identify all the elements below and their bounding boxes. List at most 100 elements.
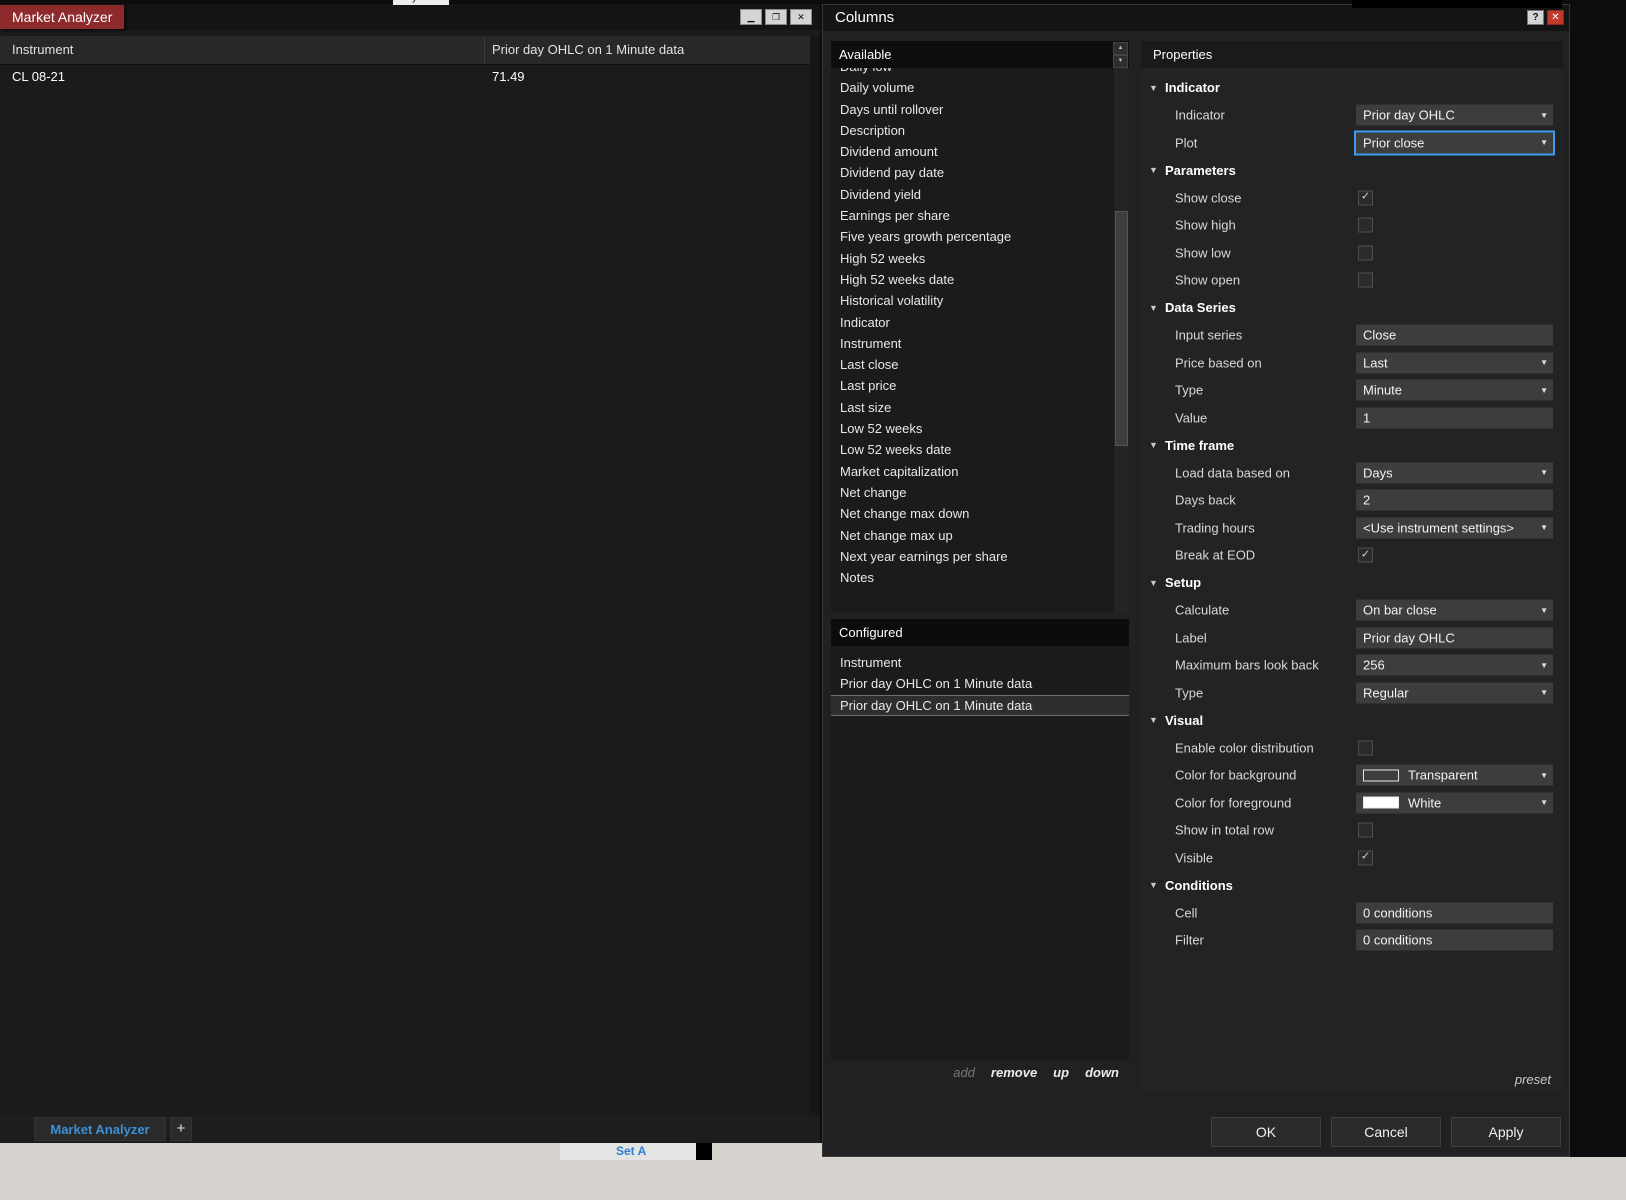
configured-item[interactable]: Prior day OHLC on 1 Minute data <box>831 694 1129 716</box>
tab-market-analyzer[interactable]: Market Analyzer <box>34 1117 166 1141</box>
preset-link[interactable]: preset <box>1515 1072 1551 1087</box>
configured-item[interactable]: Prior day OHLC on 1 Minute data <box>831 673 1129 694</box>
available-item[interactable]: Earnings per share <box>831 205 1114 226</box>
calculate-dropdown[interactable]: On bar close ▼ <box>1356 599 1553 621</box>
available-item[interactable]: Market capitalization <box>831 461 1114 482</box>
prop-row-color-for-foreground: Color for foreground White ▼ <box>1141 789 1563 817</box>
type-dropdown[interactable]: Regular ▼ <box>1356 682 1553 704</box>
dialog-titlebar[interactable]: Columns ? ✕ <box>823 5 1569 31</box>
minimize-button[interactable]: ▁ <box>740 9 762 25</box>
prop-row-visible: Visible ✓ <box>1141 844 1563 872</box>
prop-label: Input series <box>1175 327 1243 343</box>
column-header-indicator[interactable]: Prior day OHLC on 1 Minute data <box>492 36 684 64</box>
down-button[interactable]: down <box>1085 1065 1119 1080</box>
type-dropdown[interactable]: Minute ▼ <box>1356 379 1553 401</box>
available-item[interactable]: Next year earnings per share <box>831 546 1114 567</box>
section-data-series[interactable]: ▼ Data Series <box>1141 294 1563 322</box>
available-item[interactable]: Low 52 weeks date <box>831 439 1114 460</box>
filter-field[interactable]: 0 conditions <box>1356 929 1553 951</box>
value-field[interactable]: 1 <box>1356 407 1553 429</box>
available-item[interactable]: Instrument <box>831 333 1114 354</box>
break-at-eod-checkbox[interactable]: ✓ <box>1358 547 1373 563</box>
price-based-on-dropdown[interactable]: Last ▼ <box>1356 352 1553 374</box>
available-item[interactable]: Net change <box>831 482 1114 503</box>
available-item[interactable]: Description <box>831 120 1114 141</box>
trading-hours-dropdown[interactable]: <Use instrument settings> ▼ <box>1356 517 1553 539</box>
indicator-dropdown[interactable]: Prior day OHLC ▼ <box>1356 104 1553 126</box>
available-scrollbar[interactable] <box>1114 68 1129 613</box>
available-item[interactable]: Last size <box>831 397 1114 418</box>
label-field[interactable]: Prior day OHLC <box>1356 627 1553 649</box>
color-for-foreground-dropdown[interactable]: White ▼ <box>1356 792 1553 814</box>
available-item[interactable]: Last close <box>831 354 1114 375</box>
apply-button[interactable]: Apply <box>1451 1117 1561 1147</box>
available-item[interactable]: High 52 weeks <box>831 248 1114 269</box>
chevron-down-icon: ▼ <box>1540 605 1548 615</box>
available-item[interactable]: Net change max up <box>831 525 1114 546</box>
ok-button[interactable]: OK <box>1211 1117 1321 1147</box>
section-setup[interactable]: ▼ Setup <box>1141 569 1563 597</box>
plot-dropdown[interactable]: Prior close ▼ <box>1354 130 1555 156</box>
add-tab-button[interactable]: + <box>170 1117 192 1141</box>
prop-control: Prior close ▼ <box>1354 130 1555 156</box>
table-row[interactable]: CL 08-21 71.49 <box>0 64 810 90</box>
prop-control: 2 <box>1356 489 1553 511</box>
section-indicator[interactable]: ▼ Indicator <box>1141 74 1563 102</box>
available-item[interactable]: Dividend yield <box>831 184 1114 205</box>
prop-control <box>1356 217 1373 233</box>
visible-checkbox[interactable]: ✓ <box>1358 850 1373 866</box>
show-low-checkbox[interactable] <box>1358 245 1373 261</box>
section-time-frame[interactable]: ▼ Time frame <box>1141 432 1563 460</box>
available-item[interactable]: Low 52 weeks <box>831 418 1114 439</box>
configured-item[interactable]: Instrument <box>831 652 1129 673</box>
spinner-up-icon[interactable]: ▲ <box>1113 42 1128 55</box>
control-value: Close <box>1363 327 1397 343</box>
column-header-instrument[interactable]: Instrument <box>12 36 73 64</box>
restore-button[interactable]: ❐ <box>765 9 787 25</box>
available-item[interactable]: High 52 weeks date <box>831 269 1114 290</box>
maximum-bars-look-back-dropdown[interactable]: 256 ▼ <box>1356 654 1553 676</box>
close-button[interactable]: ✕ <box>1547 10 1564 25</box>
available-item[interactable]: Last price <box>831 375 1114 396</box>
section-visual[interactable]: ▼ Visual <box>1141 707 1563 735</box>
available-item[interactable]: Indicator <box>831 312 1114 333</box>
section-parameters[interactable]: ▼ Parameters <box>1141 157 1563 185</box>
available-item[interactable]: Daily low <box>831 68 1114 77</box>
input-series-field[interactable]: Close <box>1356 324 1553 346</box>
color-for-background-dropdown[interactable]: Transparent ▼ <box>1356 764 1553 786</box>
available-scroll-spinner: ▲ ▼ <box>1113 42 1128 68</box>
spinner-down-icon[interactable]: ▼ <box>1113 55 1128 68</box>
up-button[interactable]: up <box>1053 1065 1069 1080</box>
chevron-down-icon: ▼ <box>1540 385 1548 395</box>
show-in-total-row-checkbox[interactable] <box>1358 822 1373 838</box>
enable-color-distribution-checkbox[interactable] <box>1358 740 1373 756</box>
scrollbar-thumb[interactable] <box>1115 211 1128 446</box>
available-item[interactable]: Daily volume <box>831 77 1114 98</box>
section-conditions[interactable]: ▼ Conditions <box>1141 872 1563 900</box>
load-data-based-on-dropdown[interactable]: Days ▼ <box>1356 462 1553 484</box>
cell-field[interactable]: 0 conditions <box>1356 902 1553 924</box>
days-back-field[interactable]: 2 <box>1356 489 1553 511</box>
show-close-checkbox[interactable]: ✓ <box>1358 190 1373 206</box>
available-item[interactable]: Days until rollover <box>831 99 1114 120</box>
prop-row-price-based-on: Price based on Last ▼ <box>1141 349 1563 377</box>
show-high-checkbox[interactable] <box>1358 217 1373 233</box>
remove-button[interactable]: remove <box>991 1065 1037 1080</box>
section-title: Time frame <box>1165 437 1235 453</box>
triangle-down-icon: ▼ <box>1149 715 1158 726</box>
available-item[interactable]: Dividend amount <box>831 141 1114 162</box>
help-button[interactable]: ? <box>1527 10 1544 25</box>
column-divider[interactable] <box>484 36 485 64</box>
close-button[interactable]: ✕ <box>790 9 812 25</box>
available-item[interactable]: Dividend pay date <box>831 162 1114 183</box>
available-item[interactable]: Historical volatility <box>831 290 1114 311</box>
add-button[interactable]: add <box>953 1065 975 1080</box>
section-title: Visual <box>1165 712 1204 728</box>
cancel-button[interactable]: Cancel <box>1331 1117 1441 1147</box>
available-item[interactable]: Net change max down <box>831 503 1114 524</box>
available-item[interactable]: Notes <box>831 567 1114 588</box>
window-titlebar[interactable]: Market Analyzer ▁ ❐ ✕ <box>0 4 820 30</box>
available-item[interactable]: Five years growth percentage <box>831 226 1114 247</box>
show-open-checkbox[interactable] <box>1358 272 1373 288</box>
prop-row-show-low: Show low <box>1141 239 1563 267</box>
